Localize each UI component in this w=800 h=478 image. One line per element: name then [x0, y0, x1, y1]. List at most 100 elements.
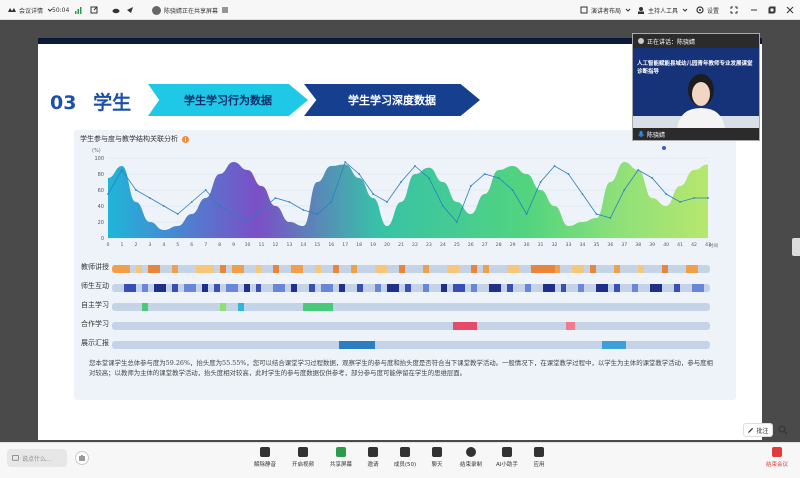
activity-segment	[572, 265, 585, 273]
speaker-figure	[677, 74, 725, 130]
share-screen-icon	[336, 447, 346, 457]
restore-icon[interactable]	[768, 0, 776, 20]
x-tick-label: 7	[204, 242, 207, 248]
row-label-interaction: 师生互动	[81, 282, 109, 290]
settings-button[interactable]: 设置	[696, 0, 719, 20]
tool-label: 开启视频	[291, 462, 314, 468]
activity-segment	[387, 284, 400, 292]
zoom-icon[interactable]	[778, 425, 788, 435]
line-point	[483, 173, 486, 175]
line-point	[400, 181, 402, 183]
ai-assistant-button[interactable]: AI小助手	[490, 447, 524, 475]
line-point	[595, 213, 598, 215]
line-point	[260, 209, 263, 211]
x-axis-label: 时间	[709, 242, 718, 249]
line-point	[665, 193, 668, 195]
presenter-layout-button[interactable]: 演讲者布局	[580, 0, 632, 20]
speaker-video-tile[interactable]: 正在讲话：陈骁婧 人工智能赋能县域幼儿园青年教师专业发展课堂诊断指导 陈骁婧	[632, 33, 760, 141]
host-tools-label: 主持人工具	[648, 7, 679, 15]
minimize-icon[interactable]	[750, 0, 758, 20]
summary-text: 您本堂课学生总体参与度为59.26%，抬头度为55.55%，您可以结合课堂学习过…	[89, 359, 713, 377]
end-meeting-label: 结束会议	[765, 462, 788, 468]
share-screen-button[interactable]: 共享屏幕	[324, 447, 358, 475]
activity-segment	[273, 284, 286, 292]
activity-segment	[153, 284, 166, 292]
tool-label: 应用	[533, 462, 545, 468]
tool-label: 成员(50)	[393, 462, 417, 468]
x-tick-label: 3	[148, 242, 151, 248]
x-tick-label: 14	[300, 242, 306, 248]
line-point	[135, 189, 137, 191]
activity-segment	[482, 265, 489, 273]
activity-segment	[440, 284, 447, 292]
line-point	[623, 189, 626, 191]
activity-segment	[219, 265, 226, 273]
x-tick-label: 10	[245, 242, 251, 248]
activity-segment	[375, 284, 382, 292]
x-tick-label: 19	[370, 242, 376, 248]
cloud-icon[interactable]	[112, 0, 120, 20]
presenter-layout-label: 演讲者布局	[591, 7, 622, 15]
end-call-icon	[772, 447, 782, 457]
row-track-presentation	[112, 341, 710, 349]
activity-segment	[614, 265, 621, 273]
activity-segment	[566, 322, 576, 330]
x-tick-label: 35	[593, 242, 599, 248]
user-icon	[638, 7, 644, 14]
x-tick-label: 31	[538, 242, 544, 248]
avatar	[152, 5, 161, 15]
start-video-button[interactable]: 开启视频	[286, 447, 320, 475]
activity-segment	[219, 303, 226, 311]
activity-segment	[692, 284, 704, 292]
sharing-status-text: 陈骁婧正在共享屏幕	[164, 7, 219, 15]
close-icon[interactable]	[786, 0, 794, 20]
activity-segment	[530, 265, 555, 273]
line-point	[148, 197, 151, 199]
activity-segment	[333, 265, 340, 273]
speaking-indicator: 正在讲话：陈骁婧	[633, 34, 759, 48]
layout-icon	[580, 6, 588, 14]
unmute-button[interactable]: 解除静音	[248, 447, 282, 475]
activity-segment	[183, 284, 196, 292]
chat-input[interactable]: 说点什么...	[7, 449, 67, 467]
activity-segment	[201, 284, 208, 292]
host-tools-button[interactable]: 主持人工具	[637, 0, 689, 20]
row-track-self-study	[112, 303, 710, 311]
members-button[interactable]: 成员(50)	[388, 447, 422, 475]
meeting-logo-icon	[8, 8, 16, 12]
chat-button[interactable]: 聊天	[420, 447, 454, 475]
activity-segment	[452, 322, 477, 330]
meeting-top-bar: 会议详情 50:04 陈骁婧正在共享屏幕 演讲者布局 主持人工具 设置	[0, 0, 800, 20]
line-point	[609, 217, 612, 219]
signal-icon[interactable]	[74, 0, 82, 20]
invite-button[interactable]: 邀请	[356, 447, 390, 475]
x-tick-label: 5	[176, 242, 179, 248]
invite-icon	[368, 447, 378, 457]
row-track-interaction	[112, 284, 710, 292]
external-link-icon[interactable]	[90, 0, 98, 20]
activity-segment	[339, 341, 376, 349]
tool-label: 共享屏幕	[329, 462, 352, 468]
activity-segment	[578, 284, 585, 292]
activity-segment	[171, 265, 178, 273]
annotate-button[interactable]: 批注	[743, 423, 773, 437]
activity-segment	[596, 284, 609, 292]
apps-button[interactable]: 应用	[522, 447, 556, 475]
y-tick-label: 60	[98, 188, 104, 194]
line-point	[497, 177, 500, 179]
side-panel-handle[interactable]	[792, 238, 800, 256]
microphone-icon	[638, 130, 644, 137]
x-tick-label: 22	[412, 242, 418, 248]
meeting-details-button[interactable]: 会议详情	[8, 0, 54, 20]
activity-segment	[470, 284, 477, 292]
meeting-timer: 50:04	[52, 6, 70, 14]
end-recording-button[interactable]: 结束录制	[454, 447, 488, 475]
share-icon[interactable]	[126, 0, 134, 20]
raise-hand-icon[interactable]	[75, 451, 89, 465]
activity-segment	[141, 303, 148, 311]
fullscreen-icon[interactable]	[730, 0, 738, 20]
end-meeting-button[interactable]: 结束会议	[760, 447, 794, 475]
x-tick-label: 18	[356, 242, 362, 248]
line-point	[553, 165, 556, 167]
y-tick-label: 100	[94, 156, 104, 162]
